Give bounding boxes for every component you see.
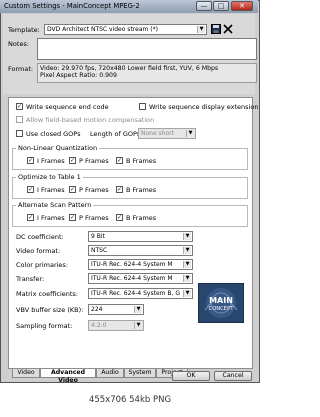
chevron-down-icon: ▼ — [197, 26, 205, 33]
delete-icon[interactable] — [223, 24, 233, 34]
opt-b-frames-checkbox[interactable]: ✓ — [116, 186, 123, 193]
tab-audio[interactable]: Audio — [96, 369, 124, 378]
minimize-button[interactable]: — — [196, 1, 212, 11]
notes-textarea[interactable] — [37, 38, 257, 60]
alt-p-frames-label: P Frames — [79, 214, 109, 222]
ok-button[interactable]: OK — [172, 371, 210, 381]
use-closed-gops-checkbox[interactable] — [16, 130, 23, 137]
transfer-label: Transfer: — [16, 275, 45, 283]
logo-line-1: MAIN — [209, 296, 233, 305]
format-line-2: Pixel Aspect Ratio: 0.909 — [40, 72, 117, 79]
alt-scan-title: Alternate Scan Pattern — [16, 201, 94, 209]
nlq-i-frames-label: I Frames — [37, 157, 65, 165]
transfer-select[interactable]: ITU-R Rec. 624-4 System M ▼ — [88, 273, 193, 284]
matrix-coefficients-label: Matrix coefficients: — [16, 290, 78, 298]
nlq-p-frames-label: P Frames — [79, 157, 109, 165]
use-closed-gops-label: Use closed GOPs — [26, 130, 81, 138]
nlq-b-frames-label: B Frames — [126, 157, 157, 165]
sampling-format-select[interactable]: 4:2:0 ▼ — [88, 320, 144, 331]
template-label: Template: — [8, 26, 40, 34]
matrix-coefficients-select[interactable]: ITU-R Rec. 624-4 System B, G ▼ — [88, 288, 193, 299]
transfer-value: ITU-R Rec. 624-4 System M — [91, 275, 173, 282]
title-bar: Custom Settings - MainConcept MPEG-2 — □… — [0, 0, 258, 13]
format-label: Format: — [8, 65, 34, 73]
color-primaries-value: ITU-R Rec. 624-4 System M — [91, 261, 173, 268]
vbv-buffer-select[interactable]: 224 ▼ — [88, 304, 144, 315]
write-seq-end-code-checkbox[interactable]: ✓ — [16, 103, 23, 110]
cancel-button[interactable]: Cancel — [214, 371, 252, 381]
template-value: DVD Architect NTSC video stream (*) — [47, 26, 158, 33]
tab-system[interactable]: System — [124, 369, 156, 378]
length-of-gops-label: Length of GOPs: — [90, 130, 143, 138]
chevron-down-icon: ▼ — [183, 233, 191, 240]
chevron-down-icon: ▼ — [134, 306, 142, 313]
alt-p-frames-checkbox[interactable]: ✓ — [69, 214, 76, 221]
alt-i-frames-checkbox[interactable]: ✓ — [27, 214, 34, 221]
write-seq-display-ext-label: Write sequence display extension — [149, 103, 259, 111]
vbv-buffer-value: 224 — [91, 306, 103, 313]
write-seq-end-code-label: Write sequence end code — [26, 103, 109, 111]
length-of-gops-value: None short — [141, 130, 174, 137]
chevron-down-icon: ▼ — [134, 322, 142, 329]
mainconcept-logo: MAIN CONCEPT — [198, 283, 244, 323]
dc-coefficient-label: DC coefficient: — [16, 233, 64, 241]
alt-i-frames-label: I Frames — [37, 214, 65, 222]
video-format-value: NTSC — [91, 247, 108, 254]
dc-coefficient-value: 9 Bit — [91, 233, 105, 240]
save-icon[interactable] — [211, 24, 221, 34]
optimize-table-title: Optimize to Table 1 — [16, 173, 83, 181]
chevron-down-icon: ▼ — [183, 247, 191, 254]
color-primaries-select[interactable]: ITU-R Rec. 624-4 System M ▼ — [88, 259, 193, 270]
nlq-i-frames-checkbox[interactable]: ✓ — [27, 157, 34, 164]
opt-i-frames-label: I Frames — [37, 186, 65, 194]
notes-label: Notes: — [8, 40, 29, 48]
write-seq-display-ext-checkbox[interactable] — [139, 103, 146, 110]
video-format-select[interactable]: NTSC ▼ — [88, 245, 193, 256]
nonlinear-quant-title: Non-Linear Quantization — [16, 144, 100, 152]
color-primaries-label: Color primaries: — [16, 261, 69, 269]
video-format-label: Video format: — [16, 247, 61, 255]
chevron-down-icon: ▼ — [183, 261, 191, 268]
image-caption: 455x706 54kb PNG — [88, 395, 172, 405]
sampling-format-value: 4:2:0 — [91, 322, 107, 329]
chevron-down-icon: ▼ — [183, 275, 191, 282]
opt-p-frames-label: P Frames — [79, 186, 109, 194]
nlq-b-frames-checkbox[interactable]: ✓ — [116, 157, 123, 164]
sampling-format-label: Sampling format: — [16, 322, 73, 330]
length-of-gops-select[interactable]: None short ▼ — [138, 128, 196, 139]
allow-field-based-checkbox[interactable] — [16, 116, 23, 123]
tab-video[interactable]: Video — [12, 369, 40, 378]
format-summary: Video: 29.970 fps, 720x480 Lower field f… — [37, 63, 257, 83]
template-select[interactable]: DVD Architect NTSC video stream (*) ▼ — [44, 24, 207, 35]
alt-b-frames-label: B Frames — [126, 214, 157, 222]
maximize-button[interactable]: □ — [213, 1, 229, 11]
alt-b-frames-checkbox[interactable]: ✓ — [116, 214, 123, 221]
tab-advanced-video[interactable]: Advanced Video — [40, 369, 96, 384]
opt-p-frames-checkbox[interactable]: ✓ — [69, 186, 76, 193]
format-line-1: Video: 29.970 fps, 720x480 Lower field f… — [40, 65, 219, 72]
vbv-buffer-label: VBV buffer size (KB): — [16, 306, 84, 314]
image-footer: 455x706 54kb PNG — [0, 383, 260, 417]
opt-i-frames-checkbox[interactable]: ✓ — [27, 186, 34, 193]
dc-coefficient-select[interactable]: 9 Bit ▼ — [88, 231, 193, 242]
opt-b-frames-label: B Frames — [126, 186, 157, 194]
logo-line-2: CONCEPT — [208, 306, 234, 312]
allow-field-based-label: Allow field-based motion compensation — [26, 116, 155, 124]
chevron-down-icon: ▼ — [183, 290, 191, 297]
matrix-coefficients-value: ITU-R Rec. 624-4 System B, G — [91, 290, 180, 297]
close-button[interactable]: ✕ — [231, 1, 253, 11]
window-title: Custom Settings - MainConcept MPEG-2 — [4, 2, 140, 10]
chevron-down-icon: ▼ — [186, 130, 194, 137]
nlq-p-frames-checkbox[interactable]: ✓ — [69, 157, 76, 164]
